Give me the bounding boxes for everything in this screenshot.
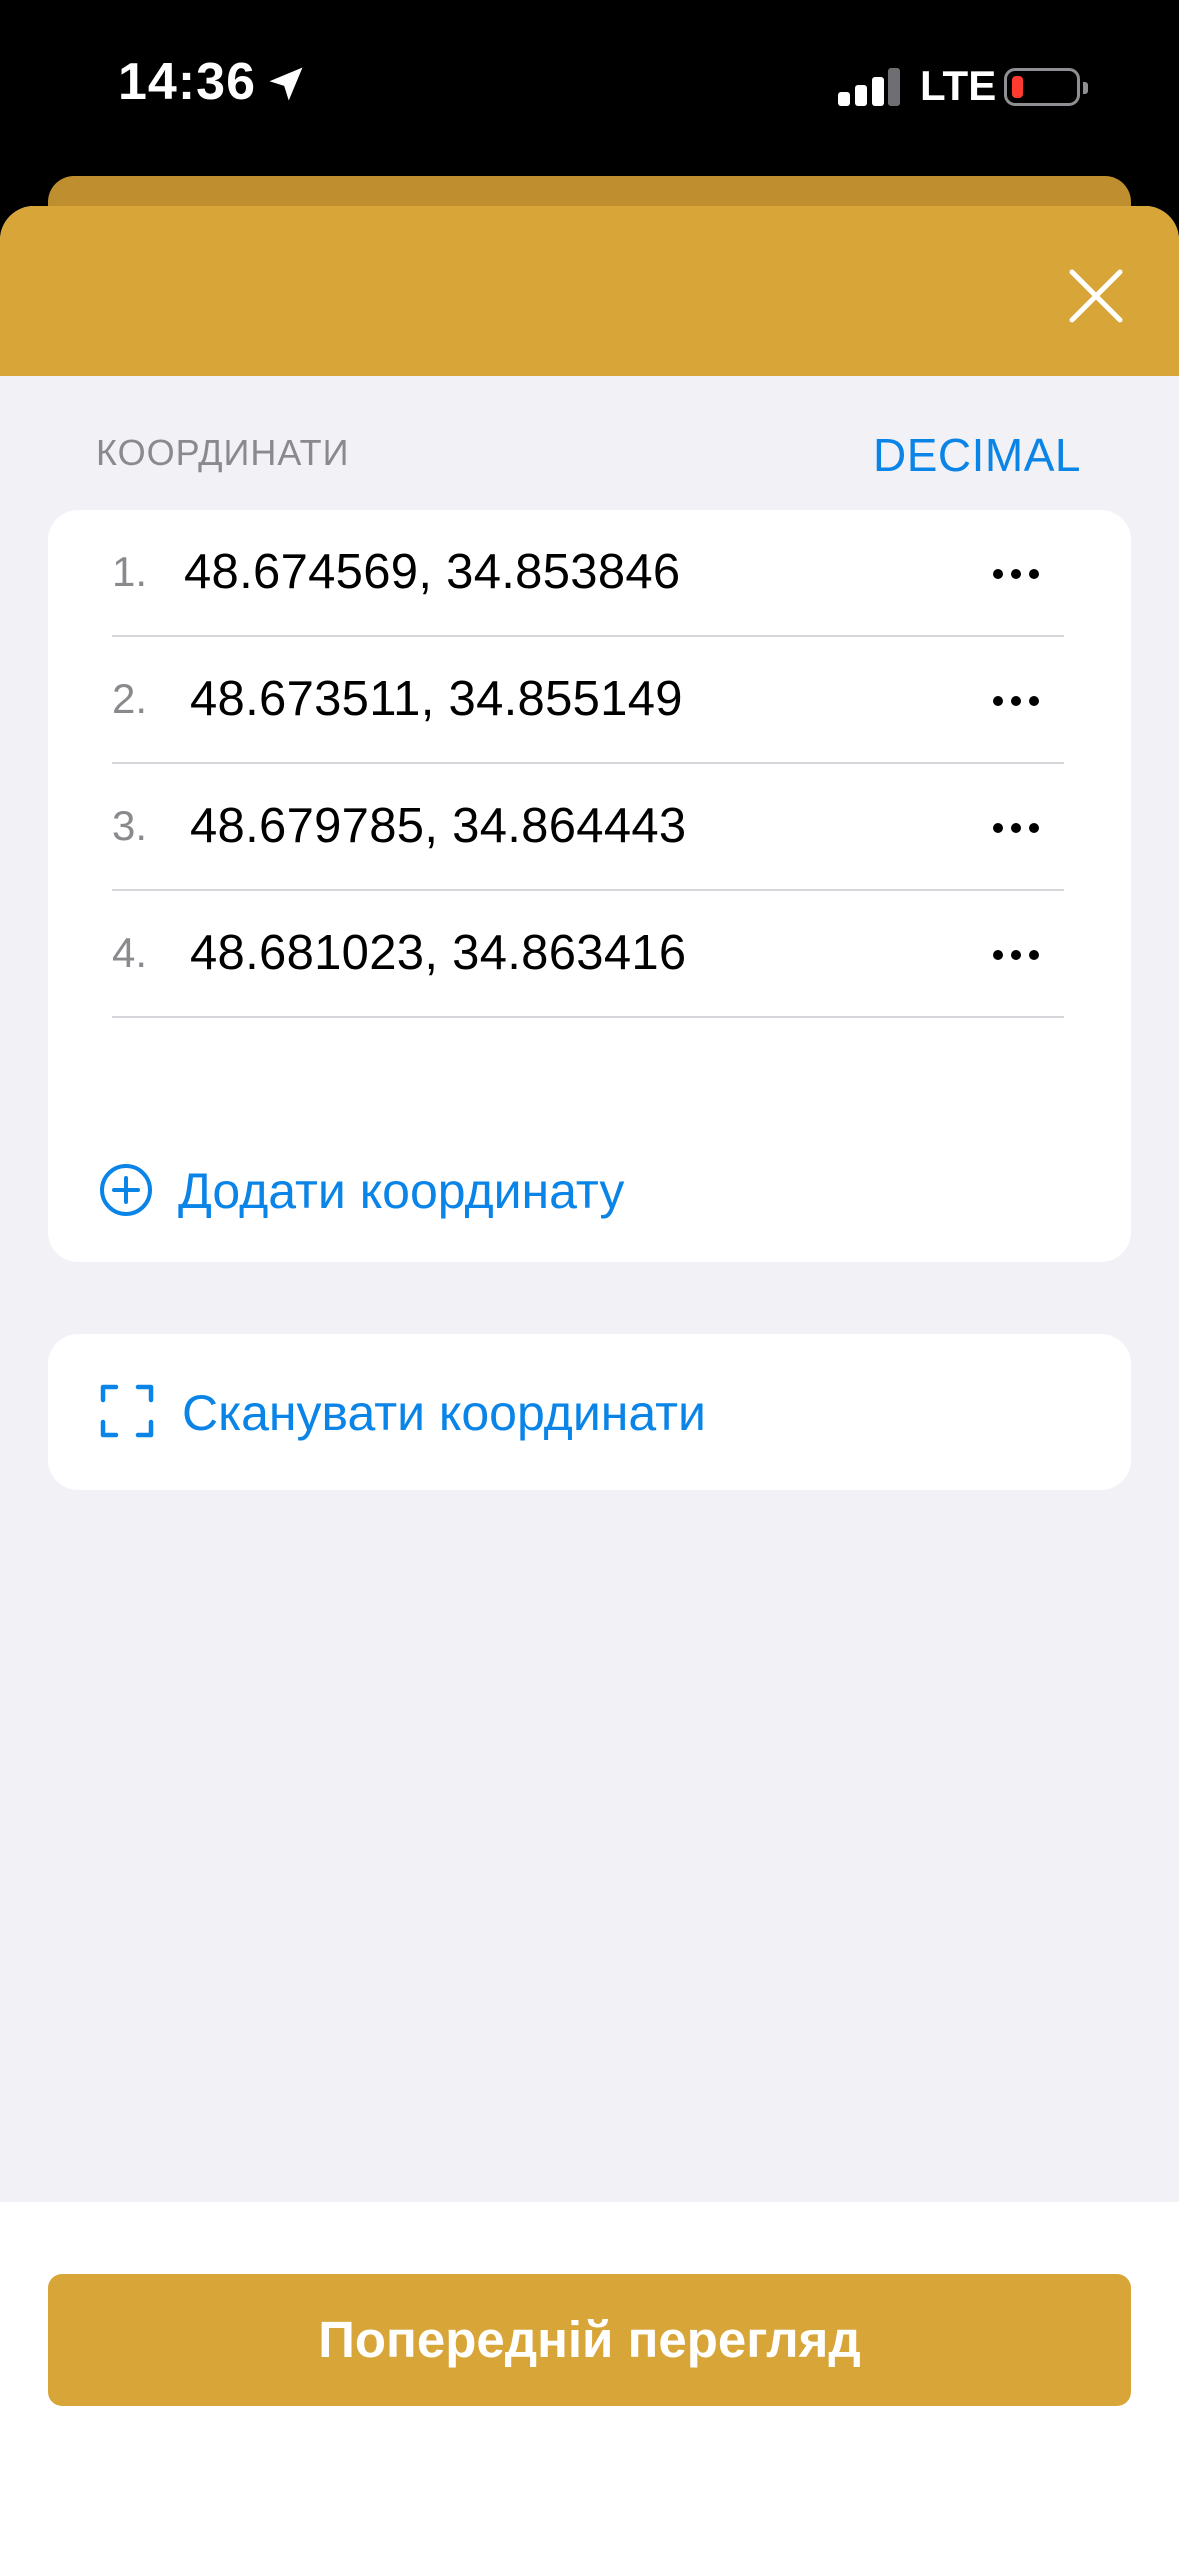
battery-icon <box>1004 68 1088 106</box>
coordinate-index: 1. <box>112 548 148 595</box>
signal-icon <box>838 66 900 106</box>
more-horizontal-icon[interactable] <box>986 554 1046 594</box>
scan-icon <box>100 1384 154 1438</box>
coordinate-row[interactable]: 2. 48.673511, 34.855149 <box>112 637 1064 764</box>
network-type-label: LTE <box>920 62 997 109</box>
coordinate-row[interactable]: 4. 48.681023, 34.863416 <box>112 891 1064 1018</box>
status-time: 14:36 <box>118 53 256 111</box>
coordinates-card: 1. 48.674569, 34.853846 2. 48.673511, 34… <box>48 510 1131 1262</box>
more-horizontal-icon[interactable] <box>986 808 1046 848</box>
coordinate-row[interactable]: 3. 48.679785, 34.864443 <box>112 764 1064 891</box>
section-title: КООРДИНАТИ <box>96 432 350 473</box>
scan-coordinates-label: Сканувати координати <box>182 1385 706 1441</box>
coordinate-value: 48.679785, 34.864443 <box>190 799 687 853</box>
add-coordinate-label: Додати координату <box>178 1163 625 1219</box>
bottom-bar: Попередній перегляд <box>0 2202 1179 2556</box>
coordinate-value: 48.681023, 34.863416 <box>190 926 687 980</box>
add-coordinate-button[interactable]: Додати координату <box>98 1150 998 1232</box>
close-icon[interactable] <box>1060 260 1132 332</box>
location-arrow-icon <box>269 67 303 101</box>
scan-coordinates-button[interactable]: Сканувати координати <box>48 1334 1131 1490</box>
coordinate-row[interactable]: 1. 48.674569, 34.853846 <box>112 510 1064 637</box>
coordinate-index: 4. <box>112 929 148 976</box>
preview-button[interactable]: Попередній перегляд <box>48 2274 1131 2406</box>
coordinate-index: 2. <box>112 675 148 722</box>
status-bar: 14:36 LTE <box>0 0 1179 170</box>
format-toggle-button[interactable]: DECIMAL <box>873 428 1081 482</box>
plus-circle-icon <box>100 1164 152 1216</box>
coordinate-value: 48.674569, 34.853846 <box>184 545 681 599</box>
coordinate-value: 48.673511, 34.855149 <box>190 672 683 726</box>
more-horizontal-icon[interactable] <box>986 935 1046 975</box>
more-horizontal-icon[interactable] <box>986 681 1046 721</box>
sheet-header <box>0 206 1179 376</box>
coordinate-index: 3. <box>112 802 148 849</box>
screen: 14:36 LTE КООРДИНАТИ DECIMAL 1. 48.67456… <box>0 0 1179 2556</box>
